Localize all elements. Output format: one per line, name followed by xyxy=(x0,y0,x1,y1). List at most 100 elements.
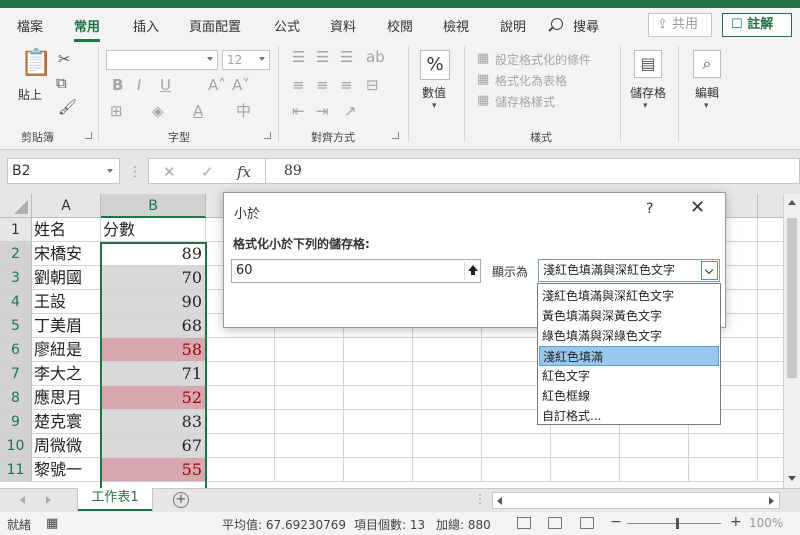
next-sheet-icon[interactable] xyxy=(46,496,51,504)
empty-cell[interactable] xyxy=(482,458,551,482)
row-header[interactable]: 5 xyxy=(0,314,32,338)
cut-icon[interactable]: ✂ xyxy=(58,52,71,67)
cell-name[interactable]: 周微微 xyxy=(32,434,101,458)
font-size-dropdown[interactable]: 12 xyxy=(222,50,270,70)
fill-color-icon[interactable]: ◈ xyxy=(152,104,164,119)
copy-icon[interactable]: ⧉ xyxy=(56,76,67,91)
horizontal-scrollbar[interactable] xyxy=(492,492,780,509)
conditional-format-icon[interactable]: ▦ xyxy=(477,52,489,65)
normal-view-icon[interactable] xyxy=(517,517,531,529)
row-header[interactable]: 8 xyxy=(0,386,32,410)
shrink-font-icon[interactable]: A˅ xyxy=(232,78,250,93)
cell-score[interactable]: 68 xyxy=(101,314,206,338)
empty-cell[interactable] xyxy=(758,362,783,386)
search-icon[interactable] xyxy=(551,18,563,30)
cell-name[interactable]: 劉朝國 xyxy=(32,266,101,290)
empty-cell[interactable] xyxy=(758,434,783,458)
format-table-icon[interactable]: ▦ xyxy=(477,73,489,86)
empty-cell[interactable] xyxy=(344,410,413,434)
cell-name[interactable]: 應思月 xyxy=(32,386,101,410)
decrease-indent-icon[interactable]: ⇤ xyxy=(292,104,305,119)
italic-icon[interactable]: I xyxy=(137,78,141,93)
format-option[interactable]: 紅色文字 xyxy=(539,366,719,386)
empty-cell[interactable] xyxy=(620,434,689,458)
borders-icon[interactable]: ⊞ xyxy=(110,104,123,119)
tab-view[interactable]: 檢視 xyxy=(443,16,469,35)
scroll-up-icon[interactable] xyxy=(788,200,796,205)
macro-record-icon[interactable]: ▦ xyxy=(46,516,58,531)
insert-function-icon[interactable]: fx xyxy=(237,163,251,181)
align-bottom-icon[interactable]: ☰ xyxy=(340,50,353,65)
empty-cell[interactable] xyxy=(206,386,275,410)
empty-cell[interactable] xyxy=(758,386,783,410)
column-header-a[interactable]: A xyxy=(32,194,101,218)
empty-cell[interactable] xyxy=(482,434,551,458)
empty-cell[interactable] xyxy=(620,458,689,482)
formula-input[interactable]: 89 xyxy=(266,158,800,184)
empty-cell[interactable] xyxy=(689,434,758,458)
threshold-input[interactable]: 60 xyxy=(231,259,481,283)
format-option[interactable]: 自訂格式... xyxy=(539,406,719,426)
empty-cell[interactable] xyxy=(344,338,413,362)
format-option[interactable]: 紅色框線 xyxy=(539,386,719,406)
collapse-dialog-icon[interactable] xyxy=(464,262,480,280)
split-handle-icon[interactable]: ⋮ xyxy=(474,492,486,506)
row-header[interactable]: 4 xyxy=(0,290,32,314)
empty-cell[interactable] xyxy=(275,410,344,434)
empty-cell[interactable] xyxy=(413,362,482,386)
empty-cell[interactable] xyxy=(413,434,482,458)
empty-cell[interactable] xyxy=(758,218,783,242)
tab-review[interactable]: 校閱 xyxy=(387,16,413,35)
underline-icon[interactable]: U xyxy=(160,78,171,93)
editing-button[interactable]: 編輯 xyxy=(695,84,719,101)
empty-cell[interactable] xyxy=(344,458,413,482)
chevron-down-icon[interactable]: ▾ xyxy=(432,102,437,111)
cell-score[interactable]: 89 xyxy=(101,242,206,266)
zoom-slider-thumb[interactable] xyxy=(676,518,679,529)
align-right-icon[interactable]: ≡ xyxy=(340,78,353,93)
align-top-icon[interactable]: ☰ xyxy=(292,50,305,65)
cell-name[interactable]: 宋橋安 xyxy=(32,242,101,266)
status-count[interactable]: 項目個數: 13 xyxy=(354,516,425,533)
font-name-dropdown[interactable] xyxy=(106,50,218,70)
row-header[interactable]: 6 xyxy=(0,338,32,362)
font-color-icon[interactable]: A xyxy=(193,104,203,119)
empty-cell[interactable] xyxy=(413,458,482,482)
vertical-scrollbar[interactable] xyxy=(783,194,800,488)
empty-cell[interactable] xyxy=(206,338,275,362)
wrap-text-icon[interactable]: ab xyxy=(366,50,385,65)
cell-score[interactable]: 70 xyxy=(101,266,206,290)
cell-score[interactable]: 83 xyxy=(101,410,206,434)
conditional-format-button[interactable]: 設定格式化的條件 xyxy=(495,51,591,68)
tab-formulas[interactable]: 公式 xyxy=(274,16,300,35)
find-icon[interactable]: ⌕ xyxy=(693,50,721,78)
format-option[interactable]: 淺紅色填滿與深紅色文字 xyxy=(539,286,719,306)
add-sheet-icon[interactable]: + xyxy=(173,492,189,508)
chevron-down-icon[interactable] xyxy=(107,169,113,173)
empty-cell[interactable] xyxy=(413,338,482,362)
empty-cell[interactable] xyxy=(275,458,344,482)
scroll-down-icon[interactable] xyxy=(788,476,796,481)
align-center-icon[interactable]: ≡ xyxy=(316,78,329,93)
cell-name[interactable]: 王設 xyxy=(32,290,101,314)
paste-label[interactable]: 貼上 xyxy=(18,86,42,103)
align-left-icon[interactable]: ≡ xyxy=(292,78,305,93)
grow-font-icon[interactable]: A˄ xyxy=(208,78,226,93)
cell-score[interactable]: 71 xyxy=(101,362,206,386)
column-header-k[interactable]: K xyxy=(758,194,783,218)
cell-styles-button[interactable]: 儲存格樣式 xyxy=(495,93,555,110)
status-sum[interactable]: 加總: 880 xyxy=(436,516,491,533)
increase-indent-icon[interactable]: ⇥ xyxy=(316,104,329,119)
empty-cell[interactable] xyxy=(206,410,275,434)
row-header[interactable]: 2 xyxy=(0,242,32,266)
align-middle-icon[interactable]: ☰ xyxy=(316,50,329,65)
scroll-left-icon[interactable] xyxy=(497,497,502,505)
empty-cell[interactable] xyxy=(758,242,783,266)
format-option[interactable]: 淺紅色填滿 xyxy=(539,346,719,366)
scroll-thumb[interactable] xyxy=(787,218,797,378)
empty-cell[interactable] xyxy=(275,338,344,362)
cell-score[interactable]: 分數 xyxy=(101,218,206,242)
cell-score[interactable]: 52 xyxy=(101,386,206,410)
cells-icon[interactable]: ▤ xyxy=(634,50,662,78)
cell-name[interactable]: 廖紐是 xyxy=(32,338,101,362)
